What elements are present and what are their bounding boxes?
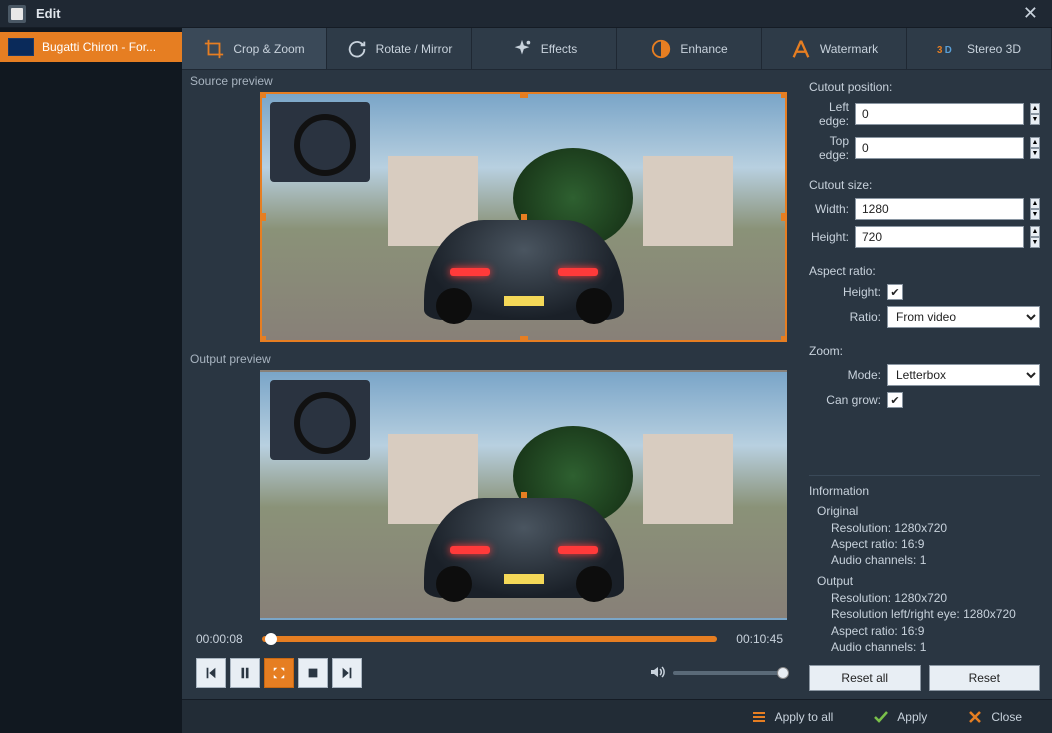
volume-slider[interactable]: [673, 671, 783, 675]
prev-frame-button[interactable]: [196, 658, 226, 688]
tab-enhance[interactable]: Enhance: [617, 28, 762, 69]
volume-icon[interactable]: [649, 664, 665, 683]
ratio-label: Ratio:: [809, 310, 881, 324]
apply-all-label: Apply to all: [775, 710, 834, 724]
apply-all-icon: [751, 709, 767, 725]
apply-label: Apply: [897, 710, 927, 724]
top-edge-label: Top edge:: [809, 134, 849, 162]
mode-label: Mode:: [809, 368, 881, 382]
ar-height-label: Height:: [809, 285, 881, 299]
information-panel: Information Original Resolution: 1280x72…: [809, 475, 1040, 691]
reset-button[interactable]: Reset: [929, 665, 1041, 691]
info-output-resolution: Resolution: 1280x720: [831, 590, 1040, 606]
titlebar: Edit ✕: [0, 0, 1052, 28]
aspect-ratio-title: Aspect ratio:: [809, 264, 1040, 278]
tab-watermark[interactable]: Watermark: [762, 28, 907, 69]
tab-label: Enhance: [680, 42, 727, 56]
timeline: 00:00:08 00:10:45: [182, 626, 797, 652]
height-input[interactable]: [855, 226, 1024, 248]
height-spinner[interactable]: ▲▼: [1030, 226, 1040, 248]
left-edge-input[interactable]: [855, 103, 1024, 125]
output-preview-label: Output preview: [182, 348, 797, 370]
watermark-icon: [790, 38, 812, 60]
file-sidebar: Bugatti Chiron - For...: [0, 28, 182, 733]
playback-controls: [182, 652, 797, 694]
next-frame-button[interactable]: [332, 658, 362, 688]
info-output-resolution-lr: Resolution left/right eye: 1280x720: [831, 606, 1040, 622]
source-preview-label: Source preview: [182, 70, 797, 92]
crop-icon: [203, 38, 225, 60]
stereo3d-icon: 3D: [937, 38, 959, 60]
tab-effects[interactable]: Effects: [472, 28, 617, 69]
tab-label: Stereo 3D: [967, 42, 1021, 56]
cutout-position-title: Cutout position:: [809, 80, 1040, 94]
apply-to-all-button[interactable]: Apply to all: [751, 709, 834, 725]
info-output-title: Output: [817, 574, 1040, 588]
tab-label: Crop & Zoom: [233, 42, 304, 56]
app-icon: [8, 5, 26, 23]
tab-crop-zoom[interactable]: Crop & Zoom: [182, 28, 327, 69]
x-icon: [967, 709, 983, 725]
close-icon[interactable]: ✕: [1017, 3, 1044, 24]
stop-button[interactable]: [298, 658, 328, 688]
properties-panel: Cutout position: Left edge: ▲▼ Top edge:…: [797, 70, 1052, 699]
zoom-title: Zoom:: [809, 344, 1040, 358]
info-output-aspect: Aspect ratio: 16:9: [831, 623, 1040, 639]
rotate-icon: [346, 38, 368, 60]
seek-slider[interactable]: [262, 636, 717, 642]
footer: Apply to all Apply Close: [182, 699, 1052, 733]
ar-height-checkbox[interactable]: [887, 284, 903, 300]
fullscreen-button[interactable]: [264, 658, 294, 688]
width-label: Width:: [809, 202, 849, 216]
tab-label: Effects: [541, 42, 577, 56]
pause-button[interactable]: [230, 658, 260, 688]
window-title: Edit: [36, 6, 61, 21]
close-label: Close: [991, 710, 1022, 724]
file-thumbnail: [8, 38, 34, 56]
time-total: 00:10:45: [727, 632, 783, 646]
left-edge-spinner[interactable]: ▲▼: [1030, 103, 1040, 125]
top-edge-input[interactable]: [855, 137, 1024, 159]
source-preview[interactable]: [260, 92, 787, 342]
tab-stereo-3d[interactable]: 3D Stereo 3D: [907, 28, 1052, 69]
tab-label: Watermark: [820, 42, 878, 56]
info-output-audio: Audio channels: 1: [831, 639, 1040, 655]
output-preview: [260, 370, 787, 620]
can-grow-label: Can grow:: [809, 393, 881, 407]
tool-tabbar: Crop & Zoom Rotate / Mirror Effects Enha…: [182, 28, 1052, 70]
cutout-size-title: Cutout size:: [809, 178, 1040, 192]
info-original-resolution: Resolution: 1280x720: [831, 520, 1040, 536]
apply-button[interactable]: Apply: [873, 709, 927, 725]
check-icon: [873, 709, 889, 725]
info-original-aspect: Aspect ratio: 16:9: [831, 536, 1040, 552]
file-tab[interactable]: Bugatti Chiron - For...: [0, 32, 182, 62]
top-edge-spinner[interactable]: ▲▼: [1030, 137, 1040, 159]
width-input[interactable]: [855, 198, 1024, 220]
width-spinner[interactable]: ▲▼: [1030, 198, 1040, 220]
tab-label: Rotate / Mirror: [376, 42, 453, 56]
effects-icon: [511, 38, 533, 60]
mode-select[interactable]: Letterbox: [887, 364, 1040, 386]
file-name: Bugatti Chiron - For...: [42, 40, 156, 54]
svg-text:3: 3: [937, 44, 943, 55]
can-grow-checkbox[interactable]: [887, 392, 903, 408]
info-title: Information: [809, 484, 1040, 498]
time-current: 00:00:08: [196, 632, 252, 646]
height-label: Height:: [809, 230, 849, 244]
enhance-icon: [650, 38, 672, 60]
ratio-select[interactable]: From video: [887, 306, 1040, 328]
info-original-title: Original: [817, 504, 1040, 518]
close-button[interactable]: Close: [967, 709, 1022, 725]
left-edge-label: Left edge:: [809, 100, 849, 128]
svg-text:D: D: [945, 44, 952, 55]
reset-all-button[interactable]: Reset all: [809, 665, 921, 691]
info-original-audio: Audio channels: 1: [831, 552, 1040, 568]
tab-rotate-mirror[interactable]: Rotate / Mirror: [327, 28, 472, 69]
